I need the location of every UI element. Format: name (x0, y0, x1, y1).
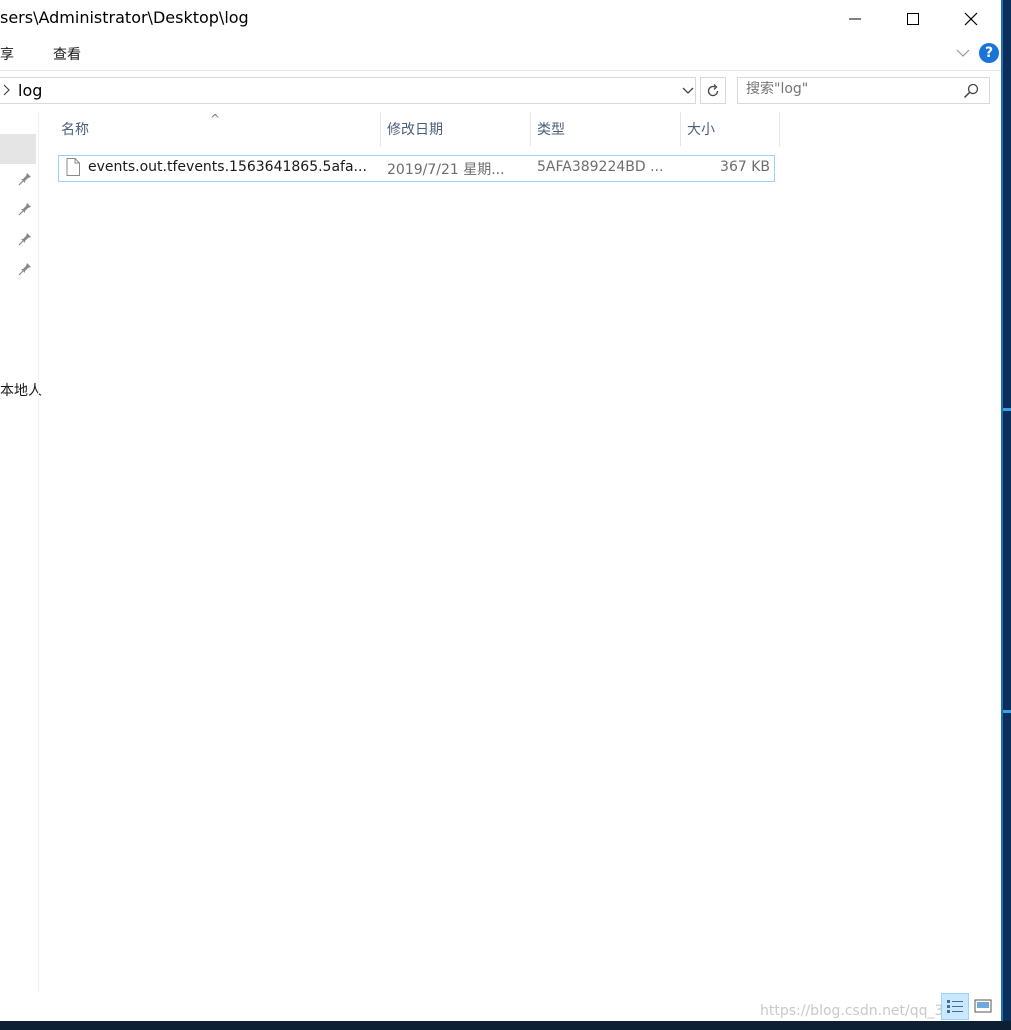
address-history-dropdown-icon[interactable] (680, 84, 696, 98)
desktop-background (1003, 0, 1011, 1030)
file-size: 367 KB (720, 159, 770, 175)
pin-icon (18, 233, 31, 246)
details-view-icon (947, 999, 963, 1013)
pin-icon (18, 173, 31, 186)
minimize-icon (849, 18, 861, 20)
ribbon-expand-button[interactable] (954, 44, 972, 62)
pin-icon (18, 263, 31, 276)
column-header-size[interactable]: 大小 (681, 112, 779, 146)
ribbon-tab-view[interactable]: 查看 (53, 44, 81, 64)
minimize-button[interactable] (826, 0, 884, 38)
refresh-button[interactable] (700, 77, 726, 104)
file-modified-date: 2019/7/21 星期... (387, 162, 505, 178)
maximize-button[interactable] (884, 0, 942, 38)
ribbon-tab-share[interactable]: 享 (0, 44, 14, 64)
desktop-accent (1003, 710, 1011, 713)
desktop-accent (1003, 408, 1011, 411)
pin-icon (18, 203, 31, 216)
file-type: 5AFA389224BD ... (537, 159, 664, 175)
maximize-icon (907, 13, 919, 25)
window-title: sers\Administrator\Desktop\log (0, 8, 249, 27)
watermark-text: https://blog.csdn.net/qq_3 (760, 1003, 944, 1019)
close-button[interactable] (942, 0, 1000, 38)
sort-ascending-icon: ^ (210, 112, 221, 126)
taskbar (0, 1021, 1011, 1030)
close-icon (964, 12, 978, 26)
column-header-type[interactable]: 类型 (531, 112, 680, 146)
help-button[interactable]: ? (979, 43, 999, 63)
address-bar[interactable] (0, 77, 696, 104)
address-path-segment[interactable]: log (18, 81, 42, 100)
file-icon (66, 158, 80, 176)
column-divider[interactable] (779, 112, 780, 146)
large-icons-view-icon (974, 999, 992, 1013)
nav-item-local-disk[interactable]: 本地人 (0, 380, 42, 400)
search-input[interactable] (746, 81, 946, 97)
nav-item-selected[interactable] (0, 134, 36, 164)
search-icon[interactable] (963, 83, 979, 99)
ribbon-divider (0, 70, 1001, 71)
column-header-modified[interactable]: 修改日期 (381, 112, 530, 146)
file-name[interactable]: events.out.tfevents.1563641865.5afa... (88, 159, 367, 175)
large-icons-view-button[interactable] (972, 995, 994, 1017)
refresh-icon (707, 83, 719, 96)
details-view-button[interactable] (941, 993, 969, 1020)
chevron-right-icon[interactable] (1, 82, 13, 98)
nav-pane-divider[interactable] (38, 112, 39, 992)
chevron-down-icon (956, 49, 970, 57)
